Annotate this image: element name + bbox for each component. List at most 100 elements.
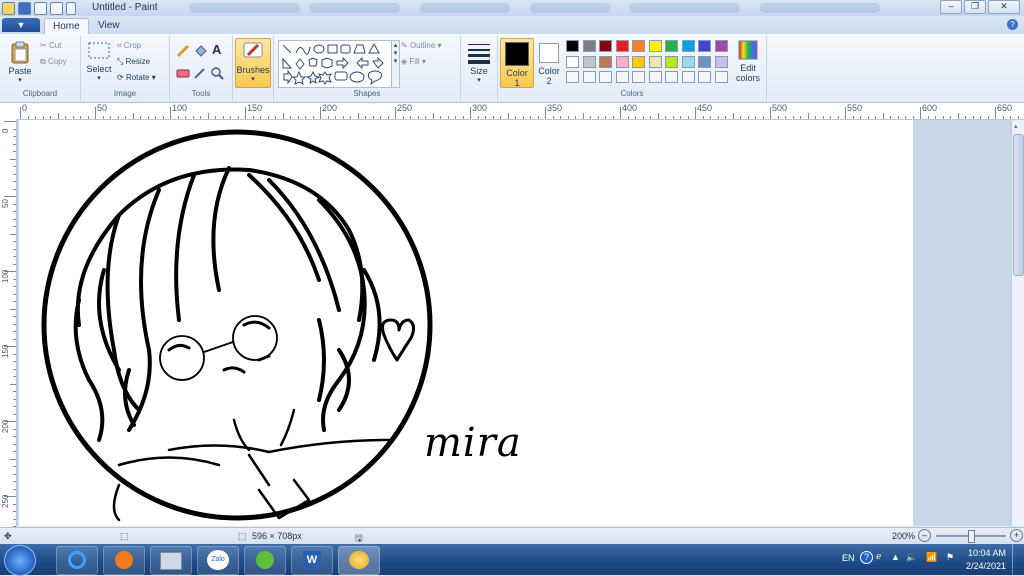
ruler-tick [530,116,531,119]
ruler-tick [710,116,711,119]
scroll-thumb[interactable] [1013,134,1024,276]
clock-time[interactable]: 10:04 AM [968,548,1006,558]
tab-home[interactable]: Home [44,18,89,35]
language-indicator[interactable]: EN [842,553,855,563]
ruler-tick [455,116,456,119]
color1-swatch [505,42,529,66]
undo-icon[interactable] [34,1,47,15]
close-button[interactable]: ✕ [988,0,1020,14]
tab-view[interactable]: View [90,18,128,34]
palette-custom-slot[interactable] [681,71,695,83]
palette-custom-slot[interactable] [714,71,728,83]
ie-tray-icon[interactable]: ℯ [876,551,881,562]
palette-custom-slot[interactable] [615,71,629,83]
shapes-scroll[interactable]: ▴ ▾ ▾ [391,40,400,88]
zoom-slider-thumb[interactable] [968,530,975,543]
palette-swatch[interactable] [632,55,645,68]
palette-custom-slot[interactable] [566,71,579,83]
file-explorer-icon[interactable] [150,546,192,575]
zalo-icon[interactable]: Zalo [197,546,239,575]
redo-icon[interactable] [50,1,63,15]
internet-explorer-icon[interactable] [56,546,98,575]
palette-swatch[interactable] [599,40,612,52]
show-desktop-button[interactable] [1012,544,1024,575]
outline-button[interactable]: ✎ Outline ▾ [401,41,442,50]
palette-swatch[interactable] [681,40,695,52]
help-tray-icon[interactable]: ? [860,551,873,564]
customize-dropdown-icon[interactable] [66,1,76,15]
eraser-icon[interactable] [176,66,190,80]
copy-button[interactable]: ⧉ Copy [40,57,67,67]
ruler-tick [815,116,816,119]
zoom-level: 200% [892,531,916,541]
start-orb-icon[interactable] [4,545,36,576]
palette-swatch[interactable] [599,55,612,68]
color1-button[interactable]: Color 1 [500,38,534,88]
volume-icon[interactable]: 🔈 [906,552,917,563]
word-icon[interactable]: W [291,546,333,575]
media-player-icon[interactable] [103,546,145,575]
minimize-button[interactable]: – [940,0,962,14]
shapes-gallery[interactable] [278,40,392,88]
app-g-icon[interactable] [244,546,286,575]
magnifier-icon[interactable] [210,66,224,80]
palette-swatch[interactable] [632,40,645,52]
scroll-up-icon[interactable]: ▴ [1014,122,1022,130]
brushes-button[interactable]: Brushes ▾ [235,38,271,88]
palette-swatch[interactable] [615,55,629,68]
palette-custom-slot[interactable] [632,71,645,83]
edit-colors-button[interactable]: Edit colors [732,39,764,83]
fill-button[interactable]: ◈ Fill ▾ [401,57,426,66]
palette-swatch[interactable] [698,40,711,52]
palette-swatch[interactable] [665,40,678,52]
paste-button[interactable]: Paste ▾ [6,40,34,84]
palette-custom-slot[interactable] [698,71,711,83]
palette-swatch[interactable] [714,55,728,68]
palette-swatch[interactable] [566,55,579,68]
paint-icon[interactable] [338,546,380,575]
palette-custom-slot[interactable] [582,71,596,83]
color2-button[interactable]: Color 2 [534,38,564,86]
action-center-icon[interactable]: ⚑ [946,552,954,563]
save-icon[interactable] [18,1,31,15]
selection-size-icon: ⬚ [120,531,129,541]
text-tool-icon[interactable]: A [212,42,221,57]
help-icon[interactable]: ? [1007,19,1018,30]
palette-swatch[interactable] [714,40,728,52]
chevron-down-icon: ▾ [18,77,22,84]
pencil-icon[interactable] [176,44,190,58]
fill-bucket-icon[interactable] [193,44,207,58]
zoom-out-button[interactable]: – [918,529,931,542]
crop-button[interactable]: ⌗ Crop [117,41,141,51]
palette-swatch[interactable] [582,55,596,68]
palette-custom-slot[interactable] [665,71,678,83]
clock-date[interactable]: 2/24/2021 [966,561,1006,571]
rotate-button[interactable]: ⟳ Rotate ▾ [117,73,156,82]
palette-swatch[interactable] [648,40,662,52]
ruler-tick [13,293,16,295]
color-picker-icon[interactable] [193,66,207,80]
palette-custom-slot[interactable] [648,71,662,83]
maximize-button[interactable]: ❐ [964,0,986,14]
file-menu-button[interactable]: ▼ [2,18,40,32]
vertical-scrollbar[interactable]: ▴ [1011,120,1024,526]
select-button[interactable]: Select ▾ [85,40,113,82]
palette-swatch[interactable] [615,40,629,52]
palette-swatch[interactable] [665,55,678,68]
palette-swatch[interactable] [698,55,711,68]
zoom-in-button[interactable]: + [1010,529,1023,542]
cut-button[interactable]: ✂ Cut [40,41,61,50]
palette-swatch[interactable] [566,40,579,52]
paint-app-icon[interactable] [2,1,15,15]
network-icon[interactable]: 📶 [926,552,937,563]
show-hidden-icons-icon[interactable]: ▲ [891,552,900,562]
resize-button[interactable]: ⤡ Resize [117,57,150,67]
ruler-tick [13,323,16,325]
palette-custom-slot[interactable] [599,71,612,83]
ruler-label: 300 [472,103,488,113]
palette-swatch[interactable] [648,55,662,68]
drawing-canvas[interactable]: mira [19,120,913,526]
palette-swatch[interactable] [582,40,596,52]
palette-swatch[interactable] [681,55,695,68]
size-button[interactable]: Size ▾ [464,40,494,84]
